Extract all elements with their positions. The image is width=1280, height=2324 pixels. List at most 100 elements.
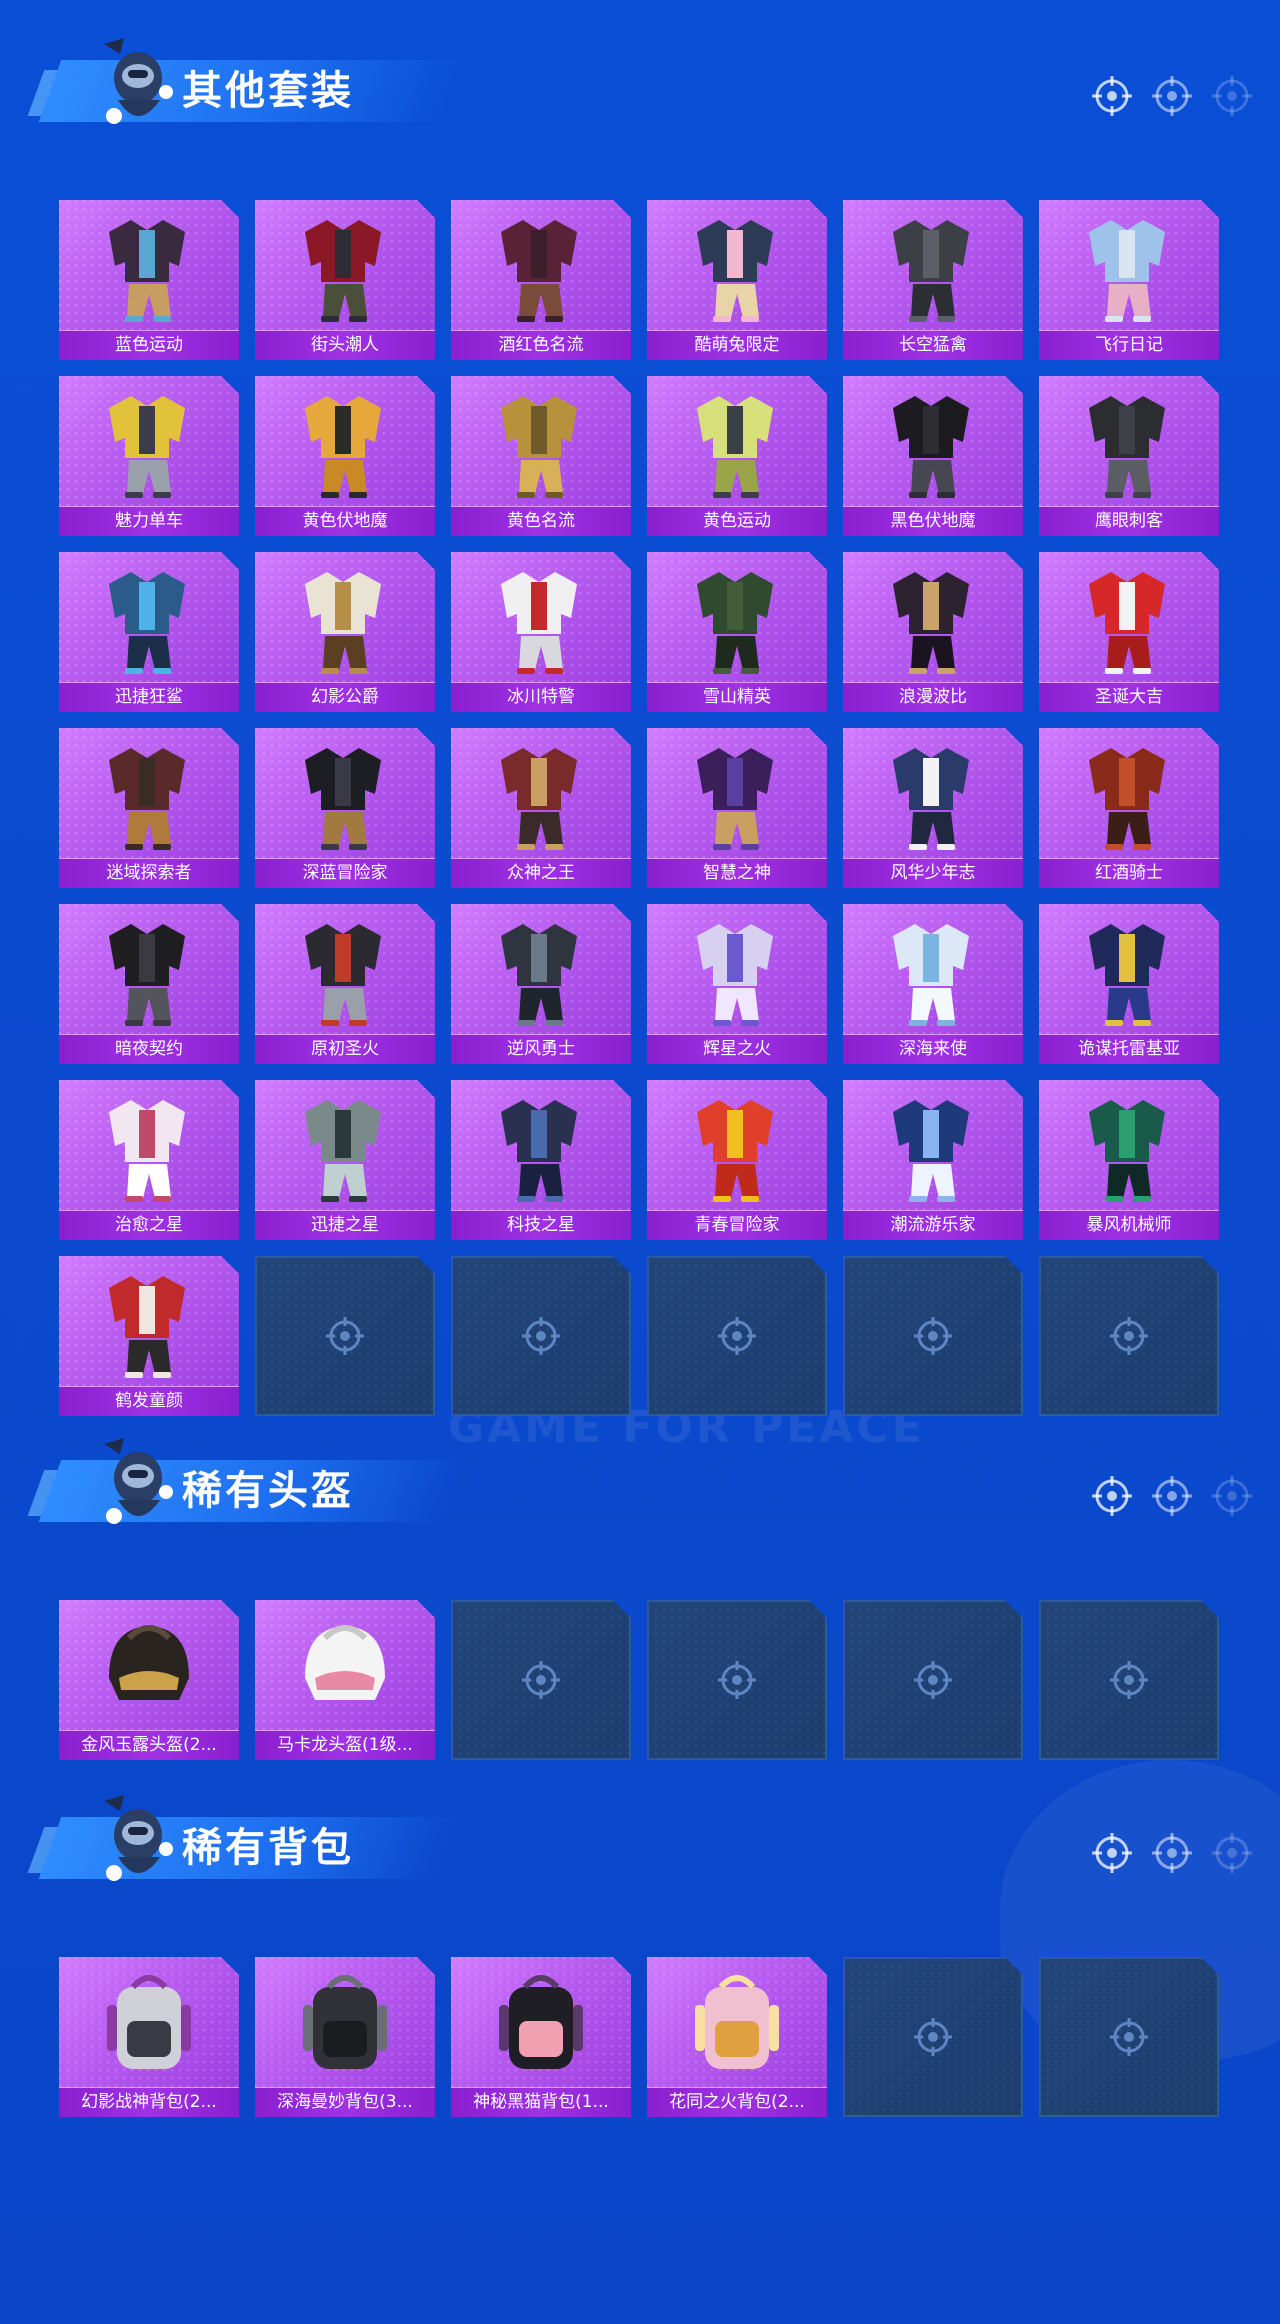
item-card[interactable]: 神秘黑猫背包(1... bbox=[451, 1957, 631, 2117]
item-label: 智慧之神 bbox=[647, 858, 827, 888]
item-label: 暴风机械师 bbox=[1039, 1210, 1219, 1240]
item-label: 深蓝冒险家 bbox=[255, 858, 435, 888]
item-card[interactable]: 众神之王 bbox=[451, 728, 631, 888]
item-label: 潮流游乐家 bbox=[843, 1210, 1023, 1240]
parachute-soldier-icon bbox=[90, 34, 186, 138]
item-card[interactable]: 鹰眼刺客 bbox=[1039, 376, 1219, 536]
crosshair-target-icon bbox=[1107, 1314, 1151, 1358]
header-markers bbox=[1090, 1474, 1254, 1518]
item-grid: 金风玉露头盔(2... 马卡龙头盔(1级... bbox=[59, 1600, 1219, 1760]
item-label: 浪漫波比 bbox=[843, 682, 1023, 712]
item-label: 深海来使 bbox=[843, 1034, 1023, 1064]
item-card[interactable]: 幻影战神背包(2... bbox=[59, 1957, 239, 2117]
item-label: 深海曼妙背包(3... bbox=[255, 2087, 435, 2117]
item-card[interactable]: 黄色伏地魔 bbox=[255, 376, 435, 536]
item-card[interactable]: 花同之火背包(2... bbox=[647, 1957, 827, 2117]
item-card[interactable]: 黑色伏地魔 bbox=[843, 376, 1023, 536]
item-card[interactable]: 蓝色运动 bbox=[59, 200, 239, 360]
item-label: 飞行日记 bbox=[1039, 330, 1219, 360]
item-label: 逆风勇士 bbox=[451, 1034, 631, 1064]
item-label: 青春冒险家 bbox=[647, 1210, 827, 1240]
item-card[interactable]: 风华少年志 bbox=[843, 728, 1023, 888]
crosshair-target-icon bbox=[1150, 1474, 1194, 1518]
crosshair-target-icon bbox=[1210, 74, 1254, 118]
item-label: 酒红色名流 bbox=[451, 330, 631, 360]
item-card[interactable]: 科技之星 bbox=[451, 1080, 631, 1240]
item-card[interactable]: 潮流游乐家 bbox=[843, 1080, 1023, 1240]
section-title: 稀有背包 bbox=[182, 1825, 354, 1871]
section-header: 稀有背包 bbox=[27, 1787, 462, 1897]
item-card[interactable]: 逆风勇士 bbox=[451, 904, 631, 1064]
empty-slot bbox=[647, 1600, 827, 1760]
section-title: 其他套装 bbox=[182, 68, 354, 114]
crosshair-target-icon bbox=[1150, 74, 1194, 118]
item-card[interactable]: 原初圣火 bbox=[255, 904, 435, 1064]
empty-slot bbox=[451, 1256, 631, 1416]
item-label: 诡谋托雷基亚 bbox=[1039, 1034, 1219, 1064]
empty-slot bbox=[1039, 1600, 1219, 1760]
item-label: 黄色伏地魔 bbox=[255, 506, 435, 536]
item-label: 黄色运动 bbox=[647, 506, 827, 536]
item-card[interactable]: 冰川特警 bbox=[451, 552, 631, 712]
item-card[interactable]: 深蓝冒险家 bbox=[255, 728, 435, 888]
item-card[interactable]: 治愈之星 bbox=[59, 1080, 239, 1240]
item-label: 原初圣火 bbox=[255, 1034, 435, 1064]
empty-slot bbox=[255, 1256, 435, 1416]
item-label: 幻影公爵 bbox=[255, 682, 435, 712]
item-card[interactable]: 黄色名流 bbox=[451, 376, 631, 536]
item-card[interactable]: 雪山精英 bbox=[647, 552, 827, 712]
item-card[interactable]: 酷萌兔限定 bbox=[647, 200, 827, 360]
item-card[interactable]: 迷域探索者 bbox=[59, 728, 239, 888]
item-label: 酷萌兔限定 bbox=[647, 330, 827, 360]
empty-slot bbox=[451, 1600, 631, 1760]
item-card[interactable]: 黄色运动 bbox=[647, 376, 827, 536]
item-label: 街头潮人 bbox=[255, 330, 435, 360]
header-markers bbox=[1090, 1831, 1254, 1875]
crosshair-target-icon bbox=[1210, 1831, 1254, 1875]
crosshair-target-icon bbox=[911, 2015, 955, 2059]
item-card[interactable]: 青春冒险家 bbox=[647, 1080, 827, 1240]
item-label: 迅捷之星 bbox=[255, 1210, 435, 1240]
item-label: 马卡龙头盔(1级... bbox=[255, 1730, 435, 1760]
item-card[interactable]: 深海来使 bbox=[843, 904, 1023, 1064]
item-card[interactable]: 浪漫波比 bbox=[843, 552, 1023, 712]
crosshair-target-icon bbox=[1090, 1831, 1134, 1875]
item-label: 辉星之火 bbox=[647, 1034, 827, 1064]
item-label: 冰川特警 bbox=[451, 682, 631, 712]
item-card[interactable]: 红酒骑士 bbox=[1039, 728, 1219, 888]
item-card[interactable]: 智慧之神 bbox=[647, 728, 827, 888]
item-card[interactable]: 暴风机械师 bbox=[1039, 1080, 1219, 1240]
item-card[interactable]: 街头潮人 bbox=[255, 200, 435, 360]
item-card[interactable]: 迅捷狂鲨 bbox=[59, 552, 239, 712]
item-card[interactable]: 魅力单车 bbox=[59, 376, 239, 536]
item-card[interactable]: 诡谋托雷基亚 bbox=[1039, 904, 1219, 1064]
section-header: 其他套装 bbox=[27, 30, 462, 140]
item-label: 黄色名流 bbox=[451, 506, 631, 536]
parachute-soldier-icon bbox=[90, 1434, 186, 1538]
crosshair-target-icon bbox=[1090, 1474, 1134, 1518]
item-label: 魅力单车 bbox=[59, 506, 239, 536]
item-card[interactable]: 幻影公爵 bbox=[255, 552, 435, 712]
item-card[interactable]: 飞行日记 bbox=[1039, 200, 1219, 360]
item-grid: 幻影战神背包(2... 深海曼妙背包(3... 神秘黑猫背包(1... 花同之火… bbox=[59, 1957, 1219, 2117]
item-card[interactable]: 长空猛禽 bbox=[843, 200, 1023, 360]
item-card[interactable]: 圣诞大吉 bbox=[1039, 552, 1219, 712]
parachute-soldier-icon bbox=[90, 1791, 186, 1895]
item-card[interactable]: 辉星之火 bbox=[647, 904, 827, 1064]
header-markers bbox=[1090, 74, 1254, 118]
item-label: 雪山精英 bbox=[647, 682, 827, 712]
item-label: 黑色伏地魔 bbox=[843, 506, 1023, 536]
empty-slot bbox=[843, 1600, 1023, 1760]
crosshair-target-icon bbox=[519, 1314, 563, 1358]
crosshair-target-icon bbox=[911, 1314, 955, 1358]
item-card[interactable]: 鹤发童颜 bbox=[59, 1256, 239, 1416]
item-card[interactable]: 迅捷之星 bbox=[255, 1080, 435, 1240]
empty-slot bbox=[1039, 1256, 1219, 1416]
crosshair-target-icon bbox=[715, 1658, 759, 1702]
item-card[interactable]: 酒红色名流 bbox=[451, 200, 631, 360]
item-card[interactable]: 深海曼妙背包(3... bbox=[255, 1957, 435, 2117]
item-card[interactable]: 马卡龙头盔(1级... bbox=[255, 1600, 435, 1760]
item-label: 幻影战神背包(2... bbox=[59, 2087, 239, 2117]
item-card[interactable]: 金风玉露头盔(2... bbox=[59, 1600, 239, 1760]
item-card[interactable]: 暗夜契约 bbox=[59, 904, 239, 1064]
